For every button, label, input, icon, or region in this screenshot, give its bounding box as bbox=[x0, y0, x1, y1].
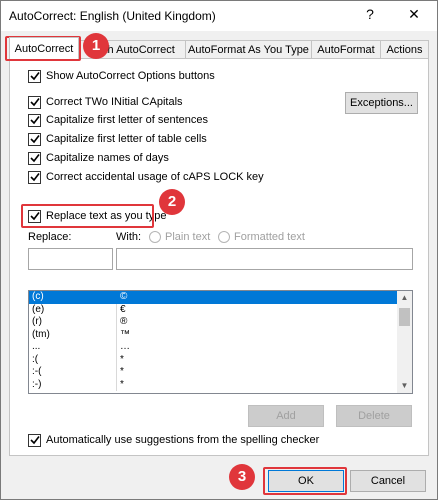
ok-button[interactable]: OK bbox=[268, 470, 344, 492]
scroll-thumb[interactable] bbox=[399, 308, 410, 326]
plain-text-radio[interactable]: Plain text bbox=[149, 231, 211, 244]
help-button[interactable]: ? bbox=[355, 6, 385, 22]
add-button[interactable]: Add bbox=[248, 405, 324, 427]
tab-autoformat[interactable]: AutoFormat bbox=[311, 40, 381, 59]
with-label: With: bbox=[116, 231, 142, 243]
two-initial-capitals-label: Correct TWo INitial CApitals bbox=[46, 96, 183, 108]
list-item[interactable]: :-(* bbox=[29, 366, 412, 379]
checkbox-box[interactable] bbox=[28, 151, 41, 165]
two-initial-capitals-checkbox[interactable]: Correct TWo INitial CApitals bbox=[28, 94, 183, 110]
list-item[interactable]: ...… bbox=[29, 341, 412, 354]
list-item[interactable]: :-) * bbox=[29, 378, 412, 391]
plain-text-label: Plain text bbox=[165, 231, 211, 243]
exceptions-button[interactable]: Exceptions... bbox=[345, 92, 418, 114]
replace-text-checkbox[interactable]: Replace text as you type bbox=[28, 208, 166, 224]
show-options-label: Show AutoCorrect Options buttons bbox=[46, 70, 215, 82]
checkbox-box[interactable] bbox=[28, 113, 41, 127]
check-icon bbox=[29, 154, 40, 163]
chevron-up-icon[interactable]: ▲ bbox=[397, 291, 412, 305]
radio-circle[interactable] bbox=[218, 231, 230, 244]
entry-with-cell: … bbox=[120, 341, 130, 352]
radio-circle[interactable] bbox=[149, 231, 161, 244]
caps-lock-checkbox[interactable]: Correct accidental usage of cAPS LOCK ke… bbox=[28, 169, 264, 185]
capitalize-days-checkbox[interactable]: Capitalize names of days bbox=[28, 150, 169, 166]
close-button[interactable]: ✕ bbox=[399, 6, 429, 23]
auto-suggestions-checkbox[interactable]: Automatically use suggestions from the s… bbox=[28, 432, 319, 448]
tab-actions[interactable]: Actions bbox=[380, 40, 429, 59]
tab-autoformat-as-you-type[interactable]: AutoFormat As You Type bbox=[185, 40, 312, 59]
entry-with-cell: € bbox=[120, 303, 126, 315]
entry-replace-cell: ... bbox=[29, 341, 117, 354]
formatted-text-radio[interactable]: Formatted text bbox=[218, 231, 305, 244]
capitalize-table-cells-checkbox[interactable]: Capitalize first letter of table cells bbox=[28, 131, 207, 147]
replace-label: Replace: bbox=[28, 231, 72, 243]
show-options-checkbox[interactable]: Show AutoCorrect Options buttons bbox=[28, 68, 215, 84]
autocorrect-panel: Show AutoCorrect Options buttons Correct… bbox=[9, 58, 429, 456]
tab-autoformat-as-you-type-label: AutoFormat As You Type bbox=[188, 44, 309, 56]
tab-autocorrect-label: AutoCorrect bbox=[14, 43, 74, 55]
replace-input[interactable] bbox=[28, 248, 113, 270]
checkbox-box[interactable] bbox=[28, 209, 41, 223]
entry-replace-cell: :-) bbox=[29, 378, 117, 391]
entry-replace-cell: :-( bbox=[29, 366, 117, 379]
check-icon bbox=[29, 98, 40, 107]
auto-suggestions-label: Automatically use suggestions from the s… bbox=[46, 434, 320, 446]
autocorrect-entries-list[interactable]: (c) © (e) € (r) ® (tm) ™...…:(*:-(*:-) * ▲ ▼ bbox=[28, 290, 413, 394]
entry-replace-cell: (tm) bbox=[29, 328, 117, 341]
step-badge-1: 1 bbox=[83, 33, 109, 59]
checkbox-box[interactable] bbox=[28, 170, 41, 184]
entry-replace-cell: (c) bbox=[29, 291, 117, 304]
entries-container: (c) © (e) € (r) ® (tm) ™...…:(*:-(*:-) * bbox=[29, 291, 412, 391]
check-icon bbox=[29, 173, 40, 182]
check-icon bbox=[29, 436, 40, 445]
entry-with-cell: ™ bbox=[120, 328, 130, 340]
entry-replace-cell: (r) bbox=[29, 316, 117, 329]
entry-replace-cell: (e) bbox=[29, 303, 117, 316]
list-item[interactable]: :(* bbox=[29, 353, 412, 366]
checkbox-box[interactable] bbox=[28, 69, 41, 83]
tab-strip: AutoCorrect Math AutoCorrect AutoFormat … bbox=[9, 37, 429, 59]
check-icon bbox=[29, 72, 40, 81]
list-item[interactable]: (r) ® bbox=[29, 316, 412, 329]
chevron-down-icon[interactable]: ▼ bbox=[397, 379, 412, 393]
checkbox-box[interactable] bbox=[28, 433, 41, 447]
check-icon bbox=[29, 135, 40, 144]
cancel-button[interactable]: Cancel bbox=[350, 470, 426, 492]
check-icon bbox=[29, 116, 40, 125]
entry-with-cell: * bbox=[120, 378, 124, 390]
tab-autoformat-label: AutoFormat bbox=[317, 44, 375, 56]
entry-with-cell: ® bbox=[120, 316, 128, 327]
capitalize-table-cells-label: Capitalize first letter of table cells bbox=[46, 133, 207, 145]
tab-actions-label: Actions bbox=[386, 44, 423, 56]
tab-autocorrect[interactable]: AutoCorrect bbox=[9, 37, 79, 59]
entry-with-cell: © bbox=[120, 291, 128, 302]
with-input[interactable] bbox=[116, 248, 413, 270]
list-item[interactable]: (tm) ™ bbox=[29, 328, 412, 341]
capitalize-sentences-checkbox[interactable]: Capitalize first letter of sentences bbox=[28, 112, 208, 128]
check-icon bbox=[29, 212, 40, 221]
autocorrect-dialog: AutoCorrect: English (United Kingdom) ? … bbox=[0, 0, 438, 500]
checkbox-box[interactable] bbox=[28, 132, 41, 146]
caps-lock-label: Correct accidental usage of cAPS LOCK ke… bbox=[46, 171, 264, 183]
capitalize-days-label: Capitalize names of days bbox=[46, 152, 169, 164]
step-badge-3: 3 bbox=[229, 464, 255, 490]
window-title: AutoCorrect: English (United Kingdom) bbox=[9, 9, 216, 23]
entry-with-cell: * bbox=[120, 353, 124, 365]
checkbox-box[interactable] bbox=[28, 95, 41, 109]
list-item[interactable]: (e) € bbox=[29, 303, 412, 316]
entry-with-cell: * bbox=[120, 366, 124, 377]
capitalize-sentences-label: Capitalize first letter of sentences bbox=[46, 114, 209, 126]
entry-replace-cell: :( bbox=[29, 353, 117, 366]
formatted-text-label: Formatted text bbox=[234, 231, 305, 243]
replace-text-label: Replace text as you type bbox=[46, 210, 167, 222]
vertical-scrollbar[interactable]: ▲ ▼ bbox=[397, 291, 412, 393]
title-bar: AutoCorrect: English (United Kingdom) ? … bbox=[1, 1, 437, 31]
list-item[interactable]: (c) © bbox=[29, 291, 412, 304]
delete-button[interactable]: Delete bbox=[336, 405, 412, 427]
step-badge-2: 2 bbox=[159, 189, 185, 215]
